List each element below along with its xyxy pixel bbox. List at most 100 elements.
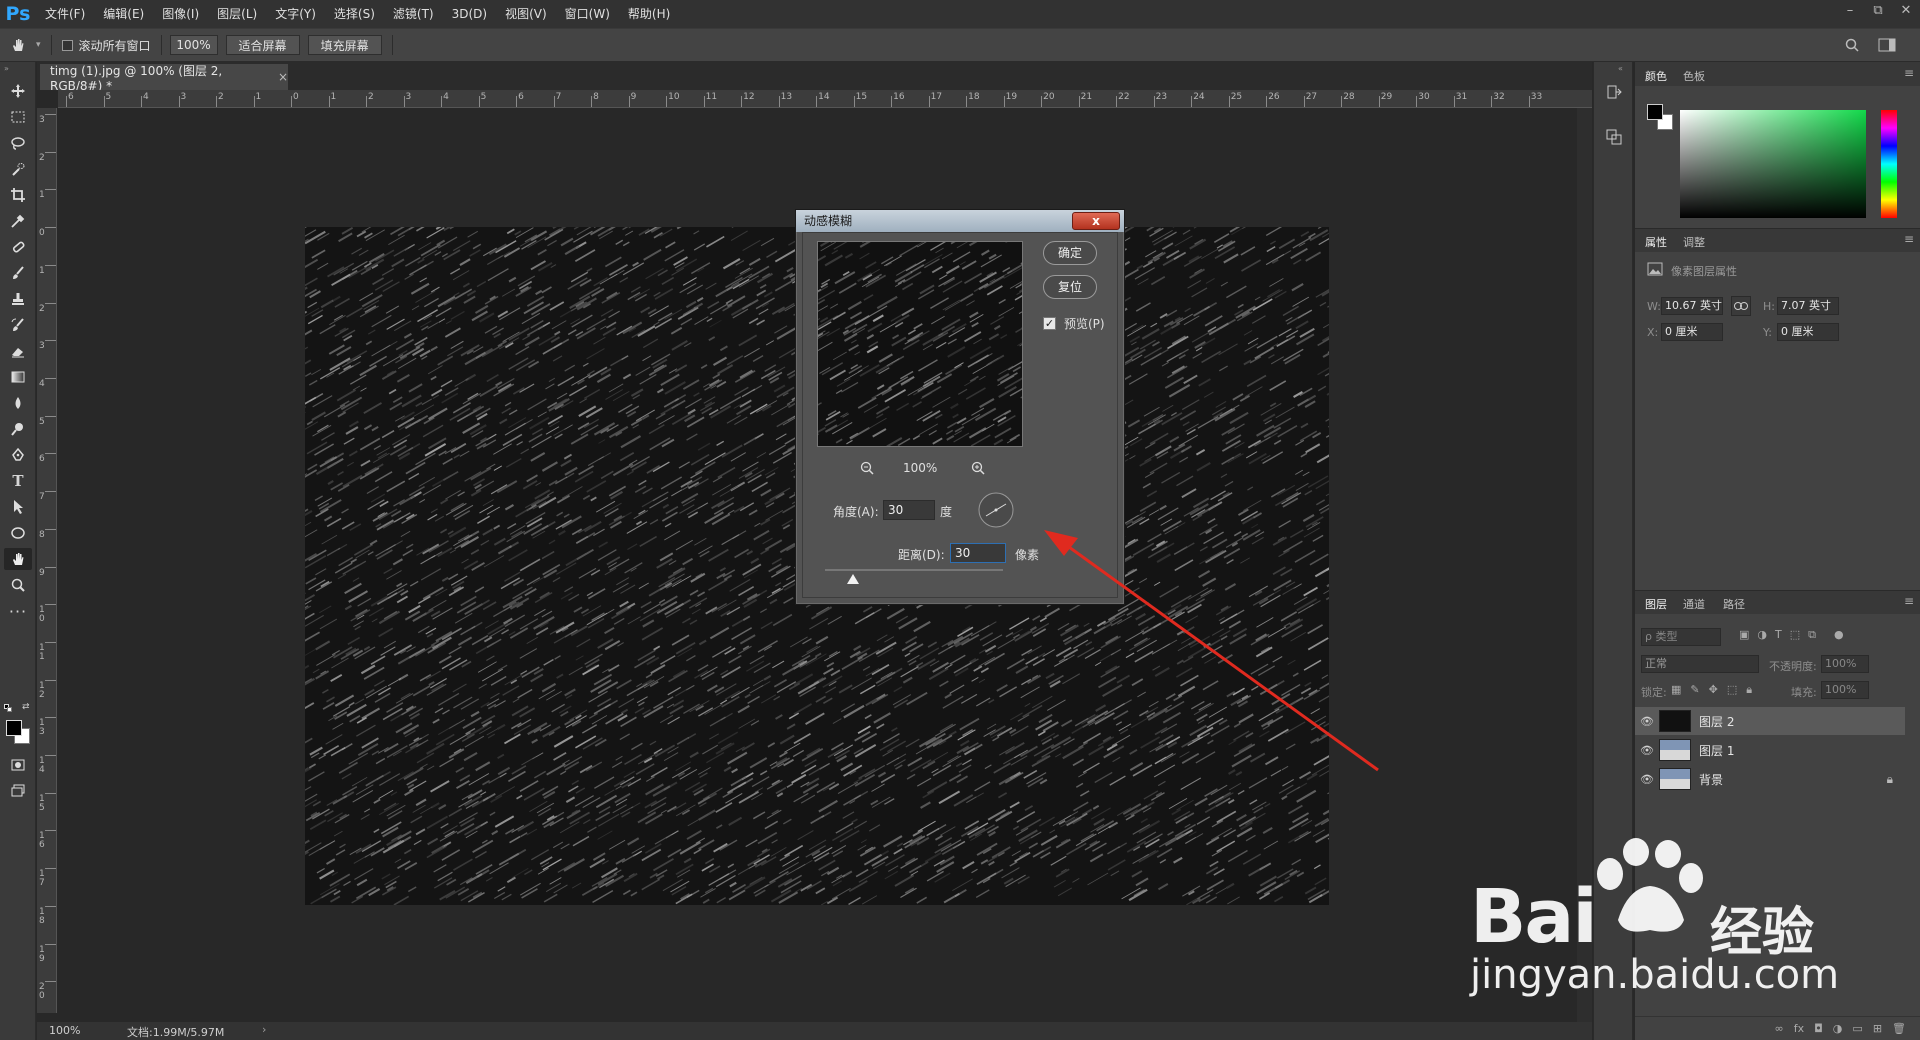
crop-tool-icon[interactable] [4, 184, 32, 206]
swap-colors-icon[interactable]: ⇄ [22, 702, 30, 712]
visibility-eye-icon[interactable]: 👁︎ [1635, 744, 1659, 757]
clone-stamp-tool-icon[interactable] [4, 288, 32, 310]
fill-field[interactable]: 100% [1821, 681, 1869, 699]
lock-transparent-icon[interactable]: ▦ [1671, 683, 1681, 697]
quick-mask-icon[interactable] [4, 754, 32, 776]
chevron-down-icon[interactable]: ▾ [36, 40, 41, 50]
more-tools-icon[interactable]: ··· [4, 600, 32, 622]
x-field[interactable]: 0 厘米 [1661, 323, 1723, 341]
gradient-tool-icon[interactable] [4, 366, 32, 388]
visibility-eye-icon[interactable]: 👁︎ [1635, 773, 1659, 786]
color-field[interactable] [1680, 110, 1866, 218]
eyedropper-tool-icon[interactable] [4, 210, 32, 232]
menu-edit[interactable]: 编辑(E) [94, 0, 153, 28]
filter-pixel-icon[interactable]: ▣ [1739, 628, 1749, 642]
move-tool-icon[interactable] [4, 80, 32, 102]
panel-menu-icon[interactable]: ≡ [1904, 66, 1914, 80]
default-colors-icon[interactable] [4, 704, 12, 712]
filter-shape-icon[interactable]: ⬚ [1790, 628, 1800, 642]
tab-properties[interactable]: 属性 [1645, 234, 1667, 250]
blur-tool-icon[interactable] [4, 392, 32, 414]
status-zoom[interactable]: 100% [49, 1024, 80, 1037]
zoom-in-icon[interactable] [971, 461, 985, 478]
width-field[interactable]: 10.67 英寸 [1661, 297, 1723, 315]
blend-mode-select[interactable]: 正常 [1641, 655, 1759, 673]
properties-panel-icon[interactable] [1605, 128, 1623, 149]
history-panel-icon[interactable] [1605, 84, 1623, 105]
collapse-arrows-icon[interactable]: » [4, 64, 9, 73]
fit-screen-button[interactable]: 适合屏幕 [225, 35, 300, 55]
tab-adjustments[interactable]: 调整 [1683, 234, 1705, 250]
distance-slider-handle[interactable] [847, 573, 859, 587]
preview-option[interactable]: ✓ 预览(P) [1043, 315, 1105, 332]
type-tool-icon[interactable]: T [4, 470, 32, 492]
marquee-tool-icon[interactable] [4, 106, 32, 128]
hue-slider[interactable] [1881, 110, 1897, 218]
tab-paths[interactable]: 路径 [1723, 596, 1745, 612]
dodge-tool-icon[interactable] [4, 418, 32, 440]
pen-tool-icon[interactable] [4, 444, 32, 466]
lock-pixels-icon[interactable]: ✎ [1690, 683, 1699, 697]
zoom-out-icon[interactable] [860, 461, 874, 478]
menu-file[interactable]: 文件(F) [36, 0, 94, 28]
menu-view[interactable]: 视图(V) [496, 0, 556, 28]
path-selection-tool-icon[interactable] [4, 496, 32, 518]
healing-brush-tool-icon[interactable] [4, 236, 32, 258]
tab-swatches[interactable]: 色板 [1683, 68, 1705, 84]
fill-screen-button[interactable]: 填充屏幕 [307, 35, 382, 55]
workspace-icon[interactable] [1878, 37, 1896, 56]
restore-button[interactable]: ⧉ [1864, 0, 1892, 20]
collapse-arrows-icon[interactable]: « [1618, 64, 1623, 73]
dialog-close-button[interactable]: x [1072, 212, 1120, 230]
close-window-button[interactable]: ✕ [1892, 0, 1920, 20]
menu-select[interactable]: 选择(S) [325, 0, 384, 28]
scroll-all-checkbox[interactable] [61, 39, 73, 51]
preview-checkbox[interactable]: ✓ [1043, 317, 1056, 330]
layer-row[interactable]: 👁︎ 背景 🔒︎ [1635, 765, 1905, 793]
reset-button[interactable]: 复位 [1043, 275, 1097, 299]
history-brush-tool-icon[interactable] [4, 314, 32, 336]
tab-channels[interactable]: 通道 [1683, 596, 1705, 612]
menu-image[interactable]: 图像(I) [153, 0, 208, 28]
menu-layer[interactable]: 图层(L) [208, 0, 266, 28]
zoom-field[interactable]: 100% [169, 35, 218, 55]
layer-row[interactable]: 👁︎ 图层 1 [1635, 736, 1905, 764]
angle-dial[interactable] [977, 491, 1015, 532]
lock-all-icon[interactable]: 🔒︎ [1746, 683, 1752, 697]
zoom-tool-icon[interactable] [4, 574, 32, 596]
menu-filter[interactable]: 滤镜(T) [384, 0, 443, 28]
lasso-tool-icon[interactable] [4, 132, 32, 154]
menu-3d[interactable]: 3D(D) [443, 0, 496, 28]
filter-type-icon[interactable]: T [1775, 628, 1782, 642]
status-menu-arrow[interactable]: › [262, 1023, 266, 1036]
eraser-tool-icon[interactable] [4, 340, 32, 362]
scroll-all-windows-option[interactable]: 滚动所有窗口 [61, 37, 151, 54]
ok-button[interactable]: 确定 [1043, 241, 1097, 265]
height-field[interactable]: 7.07 英寸 [1777, 297, 1839, 315]
panel-menu-icon[interactable]: ≡ [1904, 594, 1914, 608]
angle-input[interactable]: 30 [883, 500, 935, 520]
foreground-color-swatch[interactable] [6, 720, 22, 736]
minimize-button[interactable]: – [1836, 0, 1864, 20]
filter-adjustment-icon[interactable]: ◑ [1757, 628, 1767, 642]
visibility-eye-icon[interactable]: 👁︎ [1635, 715, 1659, 728]
y-field[interactable]: 0 厘米 [1777, 323, 1839, 341]
menu-window[interactable]: 窗口(W) [556, 0, 619, 28]
menu-type[interactable]: 文字(Y) [266, 0, 325, 28]
hand-tool-icon[interactable] [4, 548, 32, 570]
distance-input[interactable]: 30 [950, 543, 1006, 563]
filter-smart-object-icon[interactable]: ⧉ [1808, 628, 1816, 642]
close-tab-icon[interactable]: × [278, 70, 288, 84]
menu-help[interactable]: 帮助(H) [619, 0, 679, 28]
tab-layers[interactable]: 图层 [1645, 596, 1667, 612]
lock-position-icon[interactable]: ✥ [1709, 683, 1718, 697]
preview-window[interactable] [817, 241, 1023, 447]
layer-row[interactable]: 👁︎ 图层 2 [1635, 707, 1905, 735]
lock-artboard-icon[interactable]: ⬚ [1727, 683, 1737, 697]
opacity-field[interactable]: 100% [1821, 655, 1869, 673]
search-icon[interactable] [1844, 37, 1860, 56]
document-tab[interactable]: timg (1).jpg @ 100% (图层 2, RGB/8#) * × [40, 64, 288, 93]
tab-color[interactable]: 颜色 [1645, 68, 1667, 84]
fg-color-chip[interactable] [1647, 104, 1663, 120]
distance-slider-track[interactable] [825, 569, 1003, 571]
